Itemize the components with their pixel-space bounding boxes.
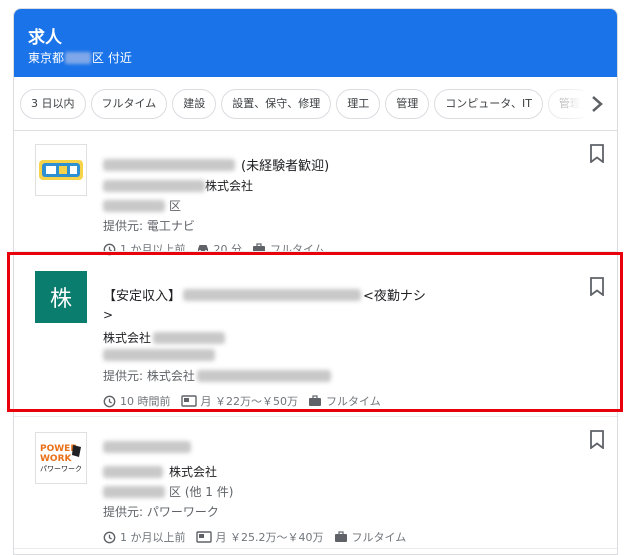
redacted-text — [103, 349, 215, 361]
chip-maintenance[interactable]: 設置、保守、修理 — [221, 89, 332, 119]
job-meta: 1 か月以上前 月 ￥25.2万～￥40万 フルタイム — [103, 529, 406, 545]
redacted-text — [103, 179, 205, 192]
briefcase-icon — [309, 395, 321, 406]
jobs-title: 求人 — [28, 28, 62, 48]
logo-char: 株 — [49, 287, 72, 312]
location-text: 区 (他 1 件) — [169, 485, 234, 499]
salary-icon — [195, 531, 212, 543]
job-listing[interactable]: 株 【安定収入】 <夜勤ナシ > 株式会社 提供元: 株式会社 10 時間前 月… — [14, 252, 617, 417]
company-text: 株式会社 — [103, 331, 152, 345]
redacted-text — [103, 485, 165, 498]
redacted-text — [103, 441, 191, 453]
powerwork-logo: POWER WORK パワーワーク — [35, 432, 87, 484]
bookmark-icon[interactable] — [589, 144, 605, 163]
source-text: 提供元: 株式会社 — [103, 369, 195, 383]
job-listing[interactable]: POWER WORK パワーワーク 株式会社 区 (他 1 件) 提供元: パワ… — [14, 417, 617, 549]
clock-icon — [103, 395, 116, 407]
chip-3-days[interactable]: 3 日以内 — [20, 89, 86, 119]
chevron-right-icon — [592, 96, 603, 112]
redacted-text — [103, 465, 163, 478]
job-source: 提供元: パワーワーク — [103, 505, 219, 519]
job-title[interactable]: 【安定収入】 <夜勤ナシ — [103, 285, 426, 304]
job-company: 株式会社 — [103, 177, 253, 194]
location-text: 区 — [169, 199, 182, 213]
job-location: 区 — [103, 197, 181, 214]
chip-management[interactable]: 管理 — [385, 89, 430, 119]
job-title-text: (未経験者歓迎) — [241, 159, 330, 174]
company-text: 株式会社 — [205, 179, 254, 193]
job-source: 提供元: 電工ナビ — [103, 219, 195, 233]
job-title[interactable]: (未経験者歓迎) — [103, 155, 329, 174]
redacted-text — [153, 331, 226, 344]
chip-science[interactable]: 理工 — [336, 89, 381, 119]
svg-text:WORK: WORK — [40, 454, 73, 464]
chip-construction[interactable]: 建設 — [172, 89, 217, 119]
company-logo: 株 — [35, 271, 87, 323]
job-title[interactable] — [103, 441, 191, 453]
job-title-prefix: 【安定収入】 — [103, 289, 182, 304]
job-company: 株式会社 — [103, 329, 226, 346]
posted-time: 10 時間前 — [120, 395, 171, 408]
jobs-location: 東京都 区 付近 — [28, 49, 132, 66]
location-prefix: 東京都 — [28, 51, 65, 65]
job-location: 区 (他 1 件) — [103, 483, 233, 500]
briefcase-icon — [334, 531, 347, 542]
svg-text:POWER: POWER — [40, 444, 77, 454]
salary-text: 月 ￥25.2万～￥40万 — [215, 531, 324, 544]
bookmark-icon[interactable] — [589, 277, 605, 296]
location-suffix: 区 付近 — [92, 51, 132, 65]
job-type: フルタイム — [326, 395, 381, 408]
redacted-text — [103, 199, 165, 212]
job-meta: 10 時間前 月 ￥22万～￥50万 フルタイム — [103, 393, 381, 409]
chips-next-button[interactable] — [583, 90, 611, 118]
denkonavi-logo — [35, 144, 87, 196]
redacted-text — [196, 369, 331, 382]
posted-time: 1 か月以上前 — [120, 531, 186, 544]
jobs-card: 求人 東京都 区 付近 3 日以内 フルタイム 建設 設置、保守、修理 理工 管… — [13, 8, 618, 555]
job-source: 提供元: 株式会社 — [103, 367, 331, 384]
location-redacted — [65, 51, 92, 64]
jobs-header: 求人 東京都 区 付近 — [14, 9, 617, 77]
job-title-suffix: <夜勤ナシ — [363, 289, 426, 304]
redacted-text — [103, 158, 235, 171]
redacted-text — [183, 288, 362, 301]
chip-fulltime[interactable]: フルタイム — [90, 89, 168, 119]
job-type: フルタイム — [351, 531, 407, 544]
salary-text: 月 ￥22万～￥50万 — [200, 395, 299, 408]
bookmark-icon[interactable] — [589, 430, 605, 449]
job-title-line2: > — [103, 308, 114, 322]
company-text: 株式会社 — [169, 465, 218, 479]
salary-icon — [180, 395, 197, 407]
job-company: 株式会社 — [103, 463, 217, 480]
job-location — [103, 349, 215, 361]
job-listing[interactable]: (未経験者歓迎) 株式会社 区 提供元: 電工ナビ 1 か月以上前 20 分 フ… — [14, 131, 617, 256]
filter-chips: 3 日以内 フルタイム 建設 設置、保守、修理 理工 管理 コンピュータ、IT … — [14, 86, 617, 131]
chip-computer-it[interactable]: コンピュータ、IT — [434, 89, 543, 119]
svg-text:パワーワーク: パワーワーク — [40, 465, 82, 473]
clock-icon — [103, 531, 116, 543]
